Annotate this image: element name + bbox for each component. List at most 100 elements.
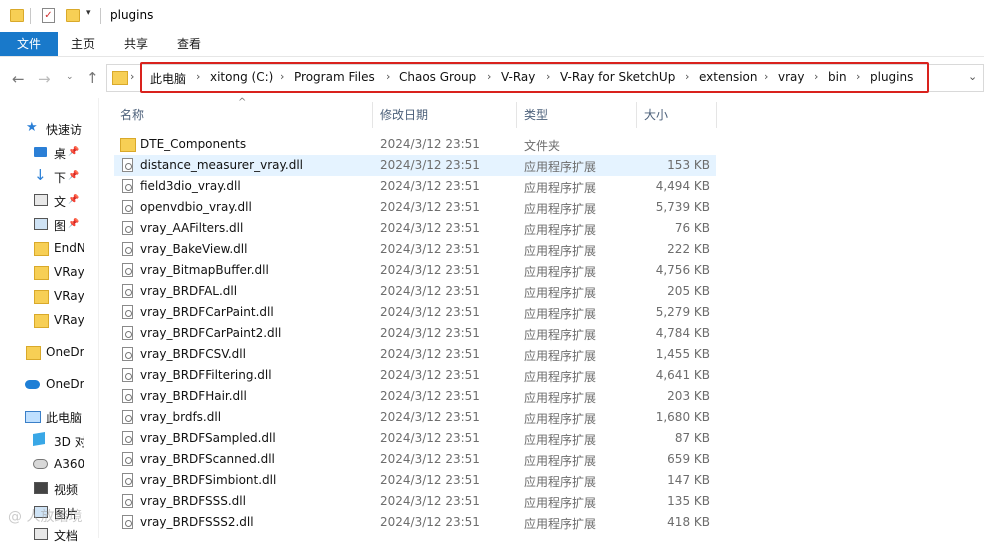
file-size: 147 KB <box>667 473 710 487</box>
pin-icon: 📌 <box>68 219 80 229</box>
dll-file-icon <box>122 284 133 298</box>
file-type: 应用程序扩展 <box>524 475 597 489</box>
file-row[interactable]: vray_BRDFSSS.dll 2024/3/12 23:51 应用程序扩展 135… <box>114 491 716 512</box>
sidebar-item-downloads[interactable]: ↓ 下 📌 <box>0 166 98 188</box>
file-modified-date: 2024/3/12 23:51 <box>380 389 480 403</box>
file-name: vray_BRDFSSS.dll <box>140 494 246 508</box>
file-name: DTE_Components <box>140 137 247 151</box>
ribbon-tabs: 文件 主页 共享 查看 <box>0 32 984 57</box>
file-size: 1,680 KB <box>655 410 710 424</box>
file-name: field3dio_vray.dll <box>140 179 241 193</box>
breadcrumb-plugins[interactable]: plugins <box>870 70 913 84</box>
file-size: 4,756 KB <box>655 263 710 277</box>
file-row[interactable]: vray_BRDFScanned.dll 2024/3/12 23:51 应用程序扩… <box>114 449 716 470</box>
chevron-right-icon[interactable]: › <box>685 70 689 83</box>
properties-check-icon[interactable]: ✓ <box>42 8 55 23</box>
file-row[interactable]: vray_BRDFCarPaint.dll 2024/3/12 23:51 应用程序… <box>114 302 716 323</box>
breadcrumb-bin[interactable]: bin <box>828 70 847 84</box>
sidebar-item-this-pc[interactable]: 此电脑 <box>0 406 98 428</box>
chevron-right-icon[interactable]: › <box>487 70 491 83</box>
sidebar-item-a360[interactable]: A360 <box>0 454 98 476</box>
sidebar-item-folder[interactable]: EndN <box>0 238 98 260</box>
chevron-right-icon[interactable]: › <box>130 70 134 83</box>
file-row[interactable]: vray_BakeView.dll 2024/3/12 23:51 应用程序扩展 22… <box>114 239 716 260</box>
file-row[interactable]: vray_BRDFSSS2.dll 2024/3/12 23:51 应用程序扩展 41… <box>114 512 716 533</box>
file-type: 应用程序扩展 <box>524 244 597 258</box>
sidebar-item-videos[interactable]: 视频 <box>0 478 98 500</box>
tab-file[interactable]: 文件 <box>0 32 58 56</box>
file-type: 应用程序扩展 <box>524 286 597 300</box>
tab-share[interactable]: 共享 <box>112 32 160 56</box>
breadcrumb-drive[interactable]: xitong (C:) <box>210 70 273 84</box>
file-name: vray_BRDFCarPaint2.dll <box>140 326 282 340</box>
file-row[interactable]: vray_brdfs.dll 2024/3/12 23:51 应用程序扩展 1,680… <box>114 407 716 428</box>
sidebar-item-folder[interactable]: VRay <box>0 262 98 284</box>
sidebar-item-onedrive-folder[interactable]: OneDr <box>0 342 98 364</box>
sidebar-item-documents-pc[interactable]: 文档 <box>0 524 98 546</box>
file-row[interactable]: openvdbio_vray.dll 2024/3/12 23:51 应用程序扩展 5… <box>114 197 716 218</box>
breadcrumb-extension[interactable]: extension <box>699 70 758 84</box>
sidebar-item-documents[interactable]: 文 📌 <box>0 190 98 212</box>
new-folder-icon[interactable] <box>66 9 80 22</box>
chevron-right-icon[interactable]: › <box>386 70 390 83</box>
sidebar-item-pictures[interactable]: 图 📌 <box>0 214 98 236</box>
breadcrumb-vray[interactable]: V-Ray <box>501 70 535 84</box>
sidebar-item-desktop[interactable]: 桌 📌 <box>0 142 98 164</box>
file-size: 5,739 KB <box>655 200 710 214</box>
column-divider[interactable] <box>516 102 517 128</box>
sidebar-item-folder[interactable]: VRay <box>0 286 98 308</box>
file-row[interactable]: distance_measurer_vray.dll 2024/3/12 23:5… <box>114 155 716 176</box>
folder-icon <box>120 138 136 152</box>
dll-file-icon <box>122 263 133 277</box>
file-row[interactable]: vray_BRDFHair.dll 2024/3/12 23:51 应用程序扩展 20… <box>114 386 716 407</box>
column-divider[interactable] <box>716 102 717 128</box>
address-dropdown-icon[interactable]: ⌄ <box>968 70 977 83</box>
file-row[interactable]: DTE_Components 2024/3/12 23:51 文件夹 <box>114 134 716 155</box>
chevron-right-icon[interactable]: › <box>280 70 284 83</box>
file-type: 应用程序扩展 <box>524 349 597 363</box>
file-row[interactable]: vray_AAFilters.dll 2024/3/12 23:51 应用程序扩展 7… <box>114 218 716 239</box>
sidebar-item-quick-access[interactable]: ★ 快速访 <box>0 118 98 140</box>
sidebar-item-3d-objects[interactable]: 3D 对 <box>0 430 98 452</box>
breadcrumb-vray-folder[interactable]: vray <box>778 70 805 84</box>
column-header-type[interactable]: 类型 <box>524 106 548 124</box>
forward-arrow-icon[interactable]: → <box>38 70 51 88</box>
file-row[interactable]: vray_BRDFCSV.dll 2024/3/12 23:51 应用程序扩展 1,4… <box>114 344 716 365</box>
tab-home[interactable]: 主页 <box>60 32 106 56</box>
recent-locations-chevron-icon[interactable]: ⌄ <box>66 72 74 82</box>
breadcrumb-program-files[interactable]: Program Files <box>294 70 375 84</box>
up-arrow-icon[interactable]: ↑ <box>86 69 99 87</box>
column-header-date[interactable]: 修改日期 <box>380 106 428 124</box>
file-row[interactable]: field3dio_vray.dll 2024/3/12 23:51 应用程序扩展 4… <box>114 176 716 197</box>
breadcrumb-chaos-group[interactable]: Chaos Group <box>399 70 476 84</box>
chevron-right-icon[interactable]: › <box>196 70 200 83</box>
chevron-right-icon[interactable]: › <box>814 70 818 83</box>
file-row[interactable]: vray_BitmapBuffer.dll 2024/3/12 23:51 应用程序… <box>114 260 716 281</box>
column-divider[interactable] <box>372 102 373 128</box>
sidebar-item-onedrive[interactable]: OneDr <box>0 374 98 396</box>
chevron-right-icon[interactable]: › <box>856 70 860 83</box>
file-row[interactable]: vray_BRDFSimbiont.dll 2024/3/12 23:51 应用程序… <box>114 470 716 491</box>
document-icon <box>34 194 48 206</box>
column-header-name[interactable]: 名称 <box>120 106 144 124</box>
sidebar-item-folder[interactable]: VRay <box>0 310 98 332</box>
quick-access-dropdown-icon[interactable]: ▾ <box>86 8 91 18</box>
file-type: 应用程序扩展 <box>524 412 597 426</box>
file-row[interactable]: vray_BRDFSampled.dll 2024/3/12 23:51 应用程序扩… <box>114 428 716 449</box>
file-modified-date: 2024/3/12 23:51 <box>380 326 480 340</box>
dll-file-icon <box>122 515 133 529</box>
pin-icon: 📌 <box>68 147 80 157</box>
file-type: 应用程序扩展 <box>524 265 597 279</box>
breadcrumb-vray-for-sketchup[interactable]: V-Ray for SketchUp <box>560 70 675 84</box>
breadcrumb-this-pc[interactable]: 此电脑 <box>150 70 186 87</box>
file-row[interactable]: vray_BRDFAL.dll 2024/3/12 23:51 应用程序扩展 205 … <box>114 281 716 302</box>
chevron-right-icon[interactable]: › <box>546 70 550 83</box>
column-header-size[interactable]: 大小 <box>644 106 668 124</box>
column-divider[interactable] <box>636 102 637 128</box>
file-row[interactable]: vray_BRDFFiltering.dll 2024/3/12 23:51 应用程… <box>114 365 716 386</box>
back-arrow-icon[interactable]: ← <box>12 70 25 88</box>
chevron-right-icon[interactable]: › <box>764 70 768 83</box>
file-name: vray_BRDFHair.dll <box>140 389 247 403</box>
tab-view[interactable]: 查看 <box>166 32 212 56</box>
file-row[interactable]: vray_BRDFCarPaint2.dll 2024/3/12 23:51 应用程… <box>114 323 716 344</box>
